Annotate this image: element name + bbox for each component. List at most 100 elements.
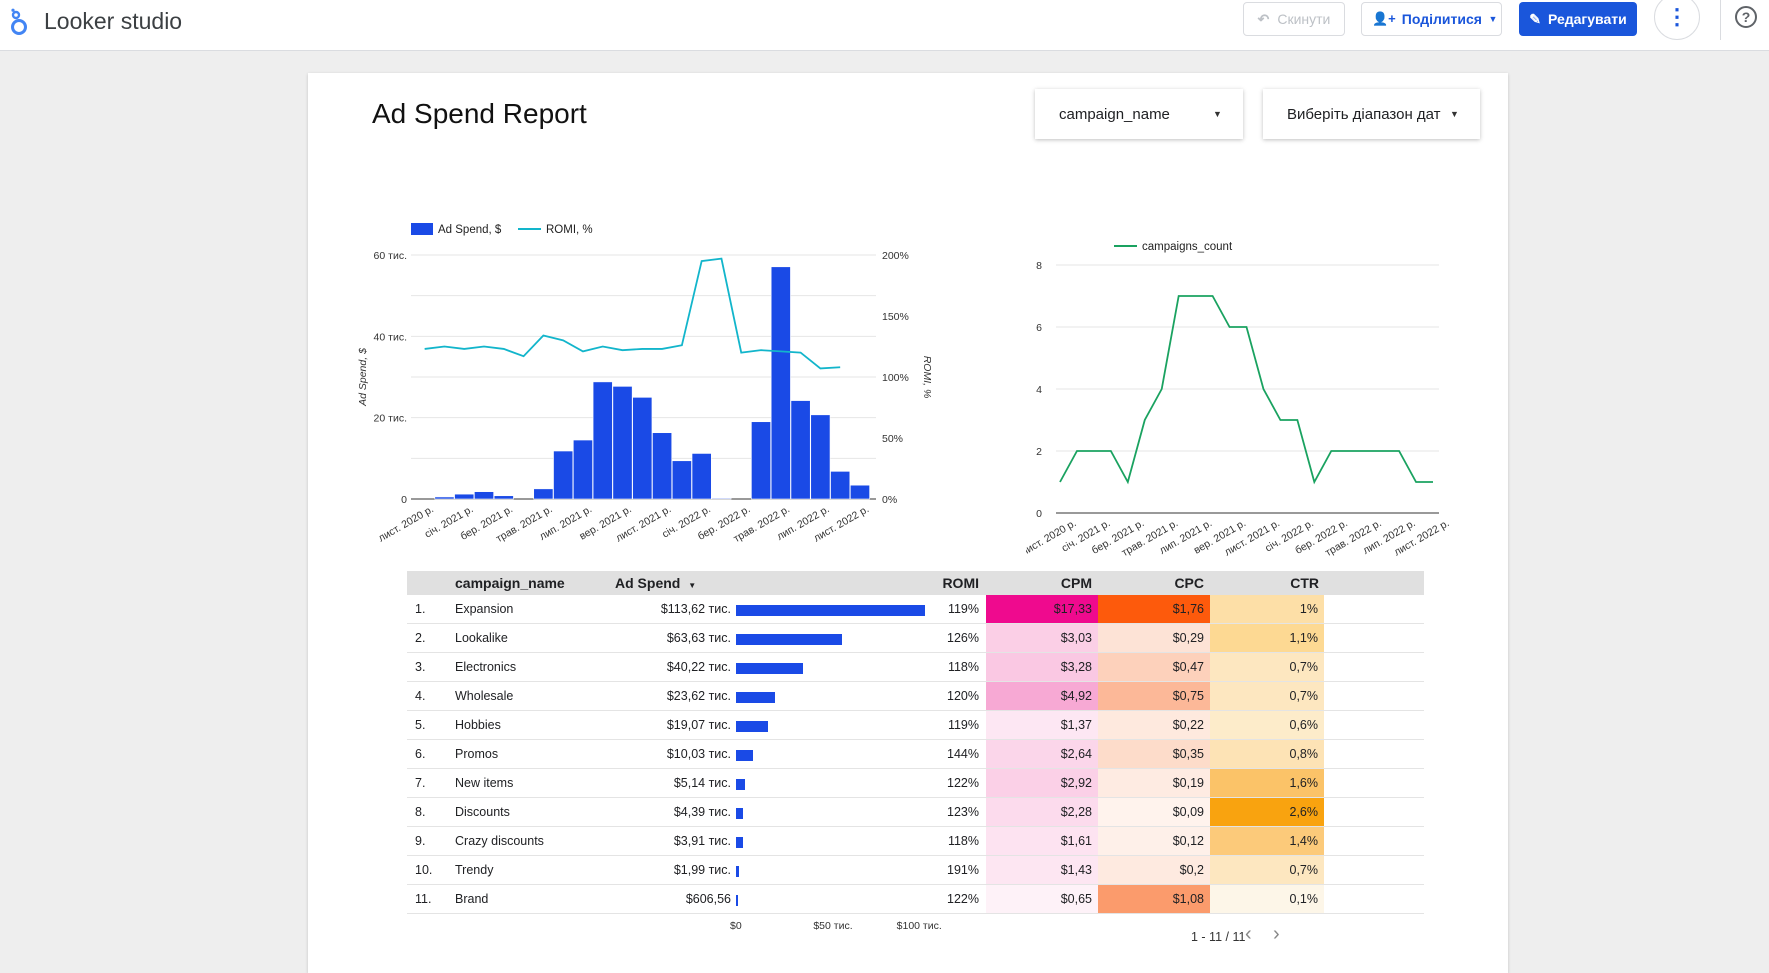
table-row[interactable]: 9. Crazy discounts $3,91 тис. 118% $1,61 $0,1… — [407, 827, 1424, 856]
campaign-name-cell: Promos — [455, 747, 499, 761]
bar-axis-tick: $50 тис. — [813, 920, 853, 932]
ad-spend-cell: $1,99 тис. — [673, 863, 731, 877]
caret-down-icon: ▼ — [1450, 109, 1459, 119]
bar[interactable] — [474, 491, 494, 500]
y2-tick-label: 200% — [882, 250, 909, 262]
romi-cell: 118% — [947, 834, 979, 848]
bar[interactable] — [493, 495, 514, 500]
cpc-cell: $0,47 — [1098, 653, 1210, 681]
more-vert-icon[interactable]: ⋮ — [1654, 0, 1700, 40]
cpm-cell: $3,03 — [986, 624, 1098, 652]
row-index: 4. — [415, 689, 426, 703]
romi-cell: 144% — [947, 747, 979, 761]
campaign-name-cell: Discounts — [455, 805, 510, 819]
ad-spend-cell: $113,62 тис. — [660, 602, 731, 616]
legend-label: ROMI, % — [546, 224, 593, 236]
sort-desc-icon: ▼ — [688, 581, 697, 590]
legend-swatch — [411, 223, 433, 235]
y-tick-label: 8 — [1036, 260, 1042, 272]
divider — [1720, 0, 1721, 40]
bar[interactable] — [454, 493, 475, 500]
edit-button[interactable]: ✎ Редагувати — [1519, 2, 1637, 36]
table-row[interactable]: 11. Brand $606,56 122% $0,65 $1,08 0,1% — [407, 885, 1424, 914]
table-row[interactable]: 3. Electronics $40,22 тис. 118% $3,28 $0,47 0,… — [407, 653, 1424, 682]
ctr-cell: 0,7% — [1210, 856, 1324, 884]
bar[interactable] — [691, 453, 712, 500]
romi-cell: 123% — [947, 805, 979, 819]
bar[interactable] — [632, 397, 653, 500]
y2-tick-label: 0% — [882, 494, 897, 506]
bar[interactable] — [770, 266, 791, 500]
looker-logo-icon — [11, 8, 27, 35]
ad-spend-bar — [736, 808, 744, 819]
ctr-cell: 0,1% — [1210, 885, 1324, 913]
bar[interactable] — [652, 432, 673, 500]
ad-spend-bar — [736, 866, 740, 877]
romi-cell: 122% — [947, 776, 979, 790]
cpc-cell: $0,22 — [1098, 711, 1210, 739]
bar[interactable] — [850, 484, 870, 500]
ad-spend-bar — [736, 605, 926, 616]
legend-label: campaigns_count — [1142, 241, 1233, 253]
bar[interactable] — [830, 471, 851, 500]
cpm-cell: $1,61 — [986, 827, 1098, 855]
campaign-filter-dropdown[interactable]: campaign_name ▼ — [1035, 89, 1243, 139]
y2-tick-label: 100% — [882, 372, 909, 384]
table-row[interactable]: 2. Lookalike $63,63 тис. 126% $3,03 $0,29 1,1% — [407, 624, 1424, 653]
bar[interactable] — [612, 386, 633, 500]
row-index: 11. — [415, 892, 432, 906]
bar[interactable] — [711, 497, 732, 500]
cpc-cell: $0,2 — [1098, 856, 1210, 884]
header-ad-spend[interactable]: Ad Spend ▼ — [615, 571, 696, 595]
bar[interactable] — [553, 450, 574, 500]
table-row[interactable]: 1. Expansion $113,62 тис. 119% $17,33 $1,76 1% — [407, 595, 1424, 624]
bar[interactable] — [434, 496, 455, 500]
bar[interactable] — [572, 439, 593, 500]
header-cpc[interactable]: CPC — [1100, 571, 1204, 595]
y2-tick-label: 50% — [882, 433, 903, 445]
table-row[interactable]: 5. Hobbies $19,07 тис. 119% $1,37 $0,22 0,6% — [407, 711, 1424, 740]
ad-spend-cell: $606,56 — [685, 892, 731, 906]
ad-spend-cell: $40,22 тис. — [666, 660, 731, 674]
share-dropdown-button[interactable]: ▼ — [1484, 2, 1502, 36]
campaign-name-cell: Electronics — [455, 660, 517, 674]
bar[interactable] — [751, 421, 771, 500]
date-range-dropdown[interactable]: Виберіть діапазон дат ▼ — [1263, 89, 1480, 139]
table-row[interactable]: 6. Promos $10,03 тис. 144% $2,64 $0,35 0,8% — [407, 740, 1424, 769]
bar[interactable] — [810, 414, 831, 500]
bar[interactable] — [671, 460, 692, 500]
ctr-cell: 1,1% — [1210, 624, 1324, 652]
cpm-cell: $4,92 — [986, 682, 1098, 710]
row-index: 10. — [415, 863, 433, 877]
campaigns-count-chart: 02468campaigns_countлист. 2020 р.січ. 20… — [1026, 241, 1451, 559]
ad-spend-cell: $23,62 тис. — [666, 689, 731, 703]
header-campaign-name[interactable]: campaign_name — [455, 571, 565, 595]
table-row[interactable]: 7. New items $5,14 тис. 122% $2,92 $0,19 1,6% — [407, 769, 1424, 798]
ad-spend-bar — [736, 721, 768, 732]
ad-spend-cell: $63,63 тис. — [666, 631, 731, 645]
table-header: campaign_name Ad Spend ▼ ROMI CPM CPC CT… — [407, 571, 1424, 595]
ad-spend-bar — [736, 634, 843, 645]
bar[interactable] — [533, 488, 554, 500]
help-icon[interactable]: ? — [1735, 6, 1757, 28]
header-romi[interactable]: ROMI — [907, 571, 979, 595]
bar[interactable] — [592, 381, 613, 500]
caret-down-icon: ▼ — [1213, 109, 1222, 119]
share-button[interactable]: 👤+ Поділитися — [1361, 2, 1502, 36]
ad-spend-bar — [736, 663, 804, 674]
row-index: 6. — [415, 747, 426, 761]
campaign-name-cell: Wholesale — [455, 689, 514, 703]
chevron-left-icon[interactable]: ‹ — [1245, 923, 1252, 946]
header-cpm[interactable]: CPM — [986, 571, 1092, 595]
ctr-cell: 1% — [1210, 595, 1324, 623]
chevron-right-icon[interactable]: › — [1273, 923, 1280, 946]
bar[interactable] — [790, 400, 811, 500]
header-ctr[interactable]: CTR — [1212, 571, 1319, 595]
reset-button[interactable]: ↶ Скинути — [1243, 2, 1345, 36]
table-row[interactable]: 10. Trendy $1,99 тис. 191% $1,43 $0,2 0,7% — [407, 856, 1424, 885]
table-row[interactable]: 8. Discounts $4,39 тис. 123% $2,28 $0,09 2,6% — [407, 798, 1424, 827]
cpc-cell: $0,29 — [1098, 624, 1210, 652]
table-row[interactable]: 4. Wholesale $23,62 тис. 120% $4,92 $0,75 0,7% — [407, 682, 1424, 711]
cpc-cell: $0,35 — [1098, 740, 1210, 768]
row-index: 8. — [415, 805, 426, 819]
